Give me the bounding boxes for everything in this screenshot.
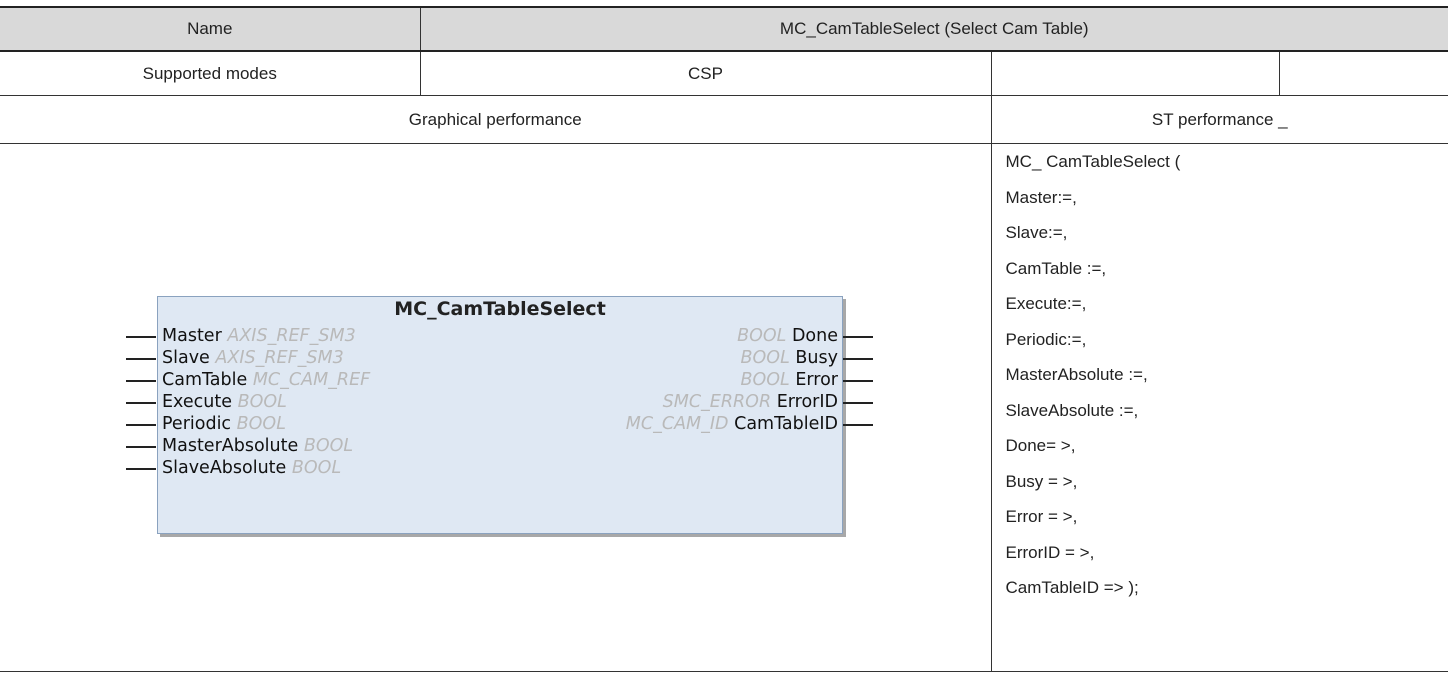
pin-type: AXIS_REF_SM3 bbox=[227, 326, 356, 346]
pin-name: Master bbox=[162, 326, 222, 346]
document-page: Name MC_CamTableSelect (Select Cam Table… bbox=[0, 0, 1450, 684]
pin-name: SlaveAbsolute bbox=[162, 458, 287, 478]
st-code-line: CamTable :=, bbox=[1005, 258, 1107, 278]
input-pin-slave: Slave AXIS_REF_SM3 bbox=[162, 347, 344, 369]
graphical-performance-header: Graphical performance bbox=[0, 95, 992, 144]
output-pin-done: BOOL Done bbox=[737, 325, 838, 347]
pin-type: BOOL bbox=[237, 392, 287, 412]
st-code-line: Master:=, bbox=[1005, 187, 1077, 207]
output-pin-camtableid: MC_CAM_ID CamTableID bbox=[626, 413, 838, 435]
pin-type: BOOL bbox=[236, 414, 286, 434]
pin-name: Done bbox=[791, 326, 838, 346]
output-wire-busy bbox=[843, 358, 873, 360]
modes-empty-cell-1 bbox=[991, 51, 1280, 96]
pin-name: Busy bbox=[795, 348, 838, 368]
name-value-cell: MC_CamTableSelect (Select Cam Table) bbox=[420, 6, 1448, 52]
st-code-line: ErrorID = >, bbox=[1005, 542, 1095, 562]
pin-name: MasterAbsolute bbox=[162, 436, 299, 456]
output-pin-error: BOOL Error bbox=[740, 369, 838, 391]
st-code-line: Busy = >, bbox=[1005, 471, 1078, 491]
st-code-line: CamTableID => ); bbox=[1005, 578, 1139, 597]
pin-type: BOOL bbox=[291, 458, 342, 478]
st-code-line: Slave:=, bbox=[1005, 223, 1068, 242]
output-pin-errorid: SMC_ERROR ErrorID bbox=[663, 391, 838, 413]
output-pin-busy: BOOL Busy bbox=[741, 347, 838, 369]
input-wire-master bbox=[126, 336, 156, 338]
function-block-diagram: MC_CamTableSelect Master AXIS_REF_SM3 Sla… bbox=[157, 296, 843, 534]
pin-type: BOOL bbox=[303, 436, 354, 456]
output-wire-errorid bbox=[843, 402, 873, 404]
pin-name: Slave bbox=[162, 348, 210, 368]
input-pin-periodic: Periodic BOOL bbox=[162, 413, 286, 435]
st-code-line: MasterAbsolute :=, bbox=[1005, 365, 1148, 384]
input-pin-execute: Execute BOOL bbox=[162, 391, 287, 413]
modes-label-cell: Supported modes bbox=[0, 51, 421, 96]
st-code-line: Periodic:=, bbox=[1005, 329, 1087, 349]
input-wire-camtable bbox=[126, 380, 156, 382]
pin-name: ErrorID bbox=[776, 392, 838, 412]
input-wire-execute bbox=[126, 402, 156, 404]
st-code-line: Error = >, bbox=[1005, 507, 1078, 526]
st-performance-header: ST performance _ bbox=[991, 95, 1448, 144]
modes-value-cell: CSP bbox=[420, 51, 992, 96]
st-code-line: Execute:=, bbox=[1005, 294, 1087, 313]
pin-type: AXIS_REF_SM3 bbox=[215, 348, 344, 368]
output-wire-error bbox=[843, 380, 873, 382]
pin-type: BOOL bbox=[740, 348, 790, 368]
st-performance-cell: MC_ CamTableSelect ( Master:=, Slave:=, Cam… bbox=[991, 143, 1449, 672]
modes-empty-cell-2 bbox=[1279, 51, 1448, 96]
pin-name: Execute bbox=[162, 392, 232, 412]
name-label-cell: Name bbox=[0, 6, 421, 52]
pin-type: SMC_ERROR bbox=[662, 392, 772, 412]
input-wire-masterabsolute bbox=[126, 446, 156, 448]
pin-type: MC_CAM_REF bbox=[252, 370, 371, 390]
function-block-title: MC_CamTableSelect bbox=[394, 298, 606, 320]
st-code-listing: MC_ CamTableSelect ( Master:=, Slave:=, Cam… bbox=[992, 144, 1449, 614]
pin-type: BOOL bbox=[740, 370, 790, 390]
pin-name: CamTableID bbox=[734, 414, 838, 434]
input-wire-slaveabsolute bbox=[126, 468, 156, 470]
st-code-line: MC_ CamTableSelect ( bbox=[1005, 152, 1181, 171]
input-pin-masterabsolute: MasterAbsolute BOOL bbox=[162, 435, 353, 457]
input-wire-periodic bbox=[126, 424, 156, 426]
input-wire-slave bbox=[126, 358, 156, 360]
st-code-line: SlaveAbsolute :=, bbox=[1005, 400, 1139, 420]
pin-type: MC_CAM_ID bbox=[625, 414, 729, 434]
pin-name: CamTable bbox=[162, 370, 248, 390]
pin-name: Periodic bbox=[162, 414, 232, 434]
input-pin-slaveabsolute: SlaveAbsolute BOOL bbox=[162, 457, 341, 479]
output-wire-camtableid bbox=[843, 424, 873, 426]
input-pin-camtable: CamTable MC_CAM_REF bbox=[162, 369, 370, 391]
pin-type: BOOL bbox=[737, 326, 787, 346]
output-wire-done bbox=[843, 336, 873, 338]
pin-name: Error bbox=[795, 370, 838, 390]
st-code-line: Done= >, bbox=[1005, 436, 1076, 455]
input-pin-master: Master AXIS_REF_SM3 bbox=[162, 325, 356, 347]
